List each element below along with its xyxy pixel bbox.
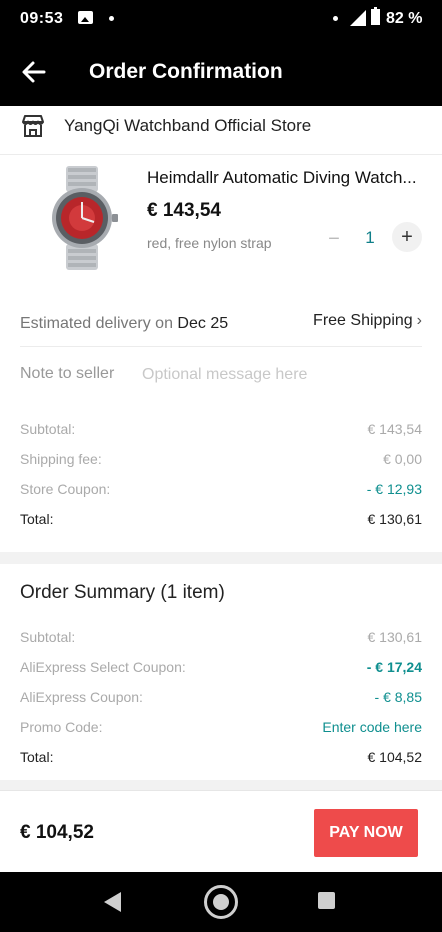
delivery-row: Estimated delivery on Dec 25 Free Shippi… bbox=[20, 300, 422, 347]
nav-recents-icon[interactable] bbox=[318, 892, 335, 909]
order-total-row: Total: € 104,52 bbox=[20, 747, 422, 769]
quantity-value: 1 bbox=[365, 228, 375, 247]
battery-percent: 82 % bbox=[386, 10, 423, 27]
summary-label: Subtotal: bbox=[20, 629, 76, 645]
shipping-option-label: Free Shipping bbox=[313, 312, 413, 329]
order-summary-title: Order Summary (1 item) bbox=[20, 582, 225, 603]
summary-label: Shipping fee: bbox=[20, 451, 102, 467]
product-image[interactable] bbox=[38, 166, 126, 270]
summary-value: € 130,61 bbox=[367, 629, 423, 645]
store-shipping-row: Shipping fee: € 0,00 bbox=[20, 449, 422, 471]
gallery-notification-icon bbox=[78, 11, 93, 24]
checkout-bar: € 104,52 PAY NOW bbox=[0, 790, 442, 873]
summary-value: € 143,54 bbox=[367, 421, 423, 437]
summary-value: € 0,00 bbox=[383, 451, 422, 467]
store-row[interactable]: YangQi Watchband Official Store bbox=[0, 106, 442, 155]
shipping-option-link[interactable]: Free Shipping › bbox=[313, 312, 422, 330]
nav-back-icon[interactable] bbox=[104, 892, 121, 912]
summary-value: - € 8,85 bbox=[374, 689, 422, 705]
signal-icon bbox=[350, 10, 366, 26]
pay-now-button[interactable]: PAY NOW bbox=[314, 809, 418, 857]
delivery-label: Estimated delivery on bbox=[20, 315, 173, 332]
summary-value: - € 17,24 bbox=[366, 659, 422, 675]
summary-label: AliExpress Coupon: bbox=[20, 689, 143, 705]
note-row: Note to seller bbox=[20, 352, 424, 396]
quantity-increase-button[interactable]: + bbox=[392, 222, 422, 252]
summary-label: Total: bbox=[20, 749, 54, 765]
select-coupon-row[interactable]: AliExpress Select Coupon: - € 17,24 bbox=[20, 657, 422, 679]
quantity-decrease-button[interactable]: − bbox=[320, 225, 348, 253]
back-button[interactable] bbox=[14, 52, 54, 92]
summary-label: AliExpress Select Coupon: bbox=[20, 659, 186, 675]
aliexpress-coupon-row[interactable]: AliExpress Coupon: - € 8,85 bbox=[20, 687, 422, 709]
section-divider bbox=[0, 780, 442, 790]
notification-dot-icon bbox=[109, 16, 114, 21]
status-bar: 09:53 82 % bbox=[0, 0, 442, 38]
arrow-left-icon bbox=[22, 61, 46, 83]
summary-value: € 130,61 bbox=[367, 511, 423, 527]
store-icon bbox=[22, 115, 44, 137]
store-coupon-row[interactable]: Store Coupon: - € 12,93 bbox=[20, 479, 422, 501]
summary-label: Store Coupon: bbox=[20, 481, 111, 497]
app-bar: Order Confirmation bbox=[0, 38, 442, 106]
delivery-estimate: Estimated delivery on Dec 25 bbox=[20, 315, 228, 333]
store-name: YangQi Watchband Official Store bbox=[64, 116, 312, 135]
note-label: Note to seller bbox=[20, 365, 115, 382]
chevron-right-icon: › bbox=[416, 312, 422, 329]
delivery-date: Dec 25 bbox=[177, 315, 229, 332]
checkout-total: € 104,52 bbox=[20, 822, 94, 843]
battery-icon bbox=[371, 7, 380, 25]
summary-label: Promo Code: bbox=[20, 719, 103, 735]
product-title[interactable]: Heimdallr Automatic Diving Watch... bbox=[147, 168, 423, 188]
promo-code-row: Promo Code: Enter code here bbox=[20, 717, 422, 739]
section-divider bbox=[0, 552, 442, 564]
enter-promo-code-link[interactable]: Enter code here bbox=[322, 719, 422, 735]
store-subtotal-row: Subtotal: € 143,54 bbox=[20, 419, 422, 441]
store-total-row: Total: € 130,61 bbox=[20, 509, 422, 531]
note-to-seller-input[interactable] bbox=[140, 358, 424, 392]
order-subtotal-row: Subtotal: € 130,61 bbox=[20, 627, 422, 649]
notification-dot-icon bbox=[333, 16, 338, 21]
product-variant[interactable]: red, free nylon strap bbox=[147, 235, 272, 251]
summary-value: € 104,52 bbox=[367, 749, 423, 765]
product-price: € 143,54 bbox=[147, 200, 221, 221]
summary-label: Subtotal: bbox=[20, 421, 76, 437]
summary-label: Total: bbox=[20, 511, 54, 527]
nav-home-icon[interactable] bbox=[204, 885, 238, 919]
status-time: 09:53 bbox=[20, 10, 64, 27]
summary-value: - € 12,93 bbox=[366, 481, 422, 497]
page-title: Order Confirmation bbox=[89, 60, 283, 83]
system-nav-bar bbox=[0, 872, 442, 932]
